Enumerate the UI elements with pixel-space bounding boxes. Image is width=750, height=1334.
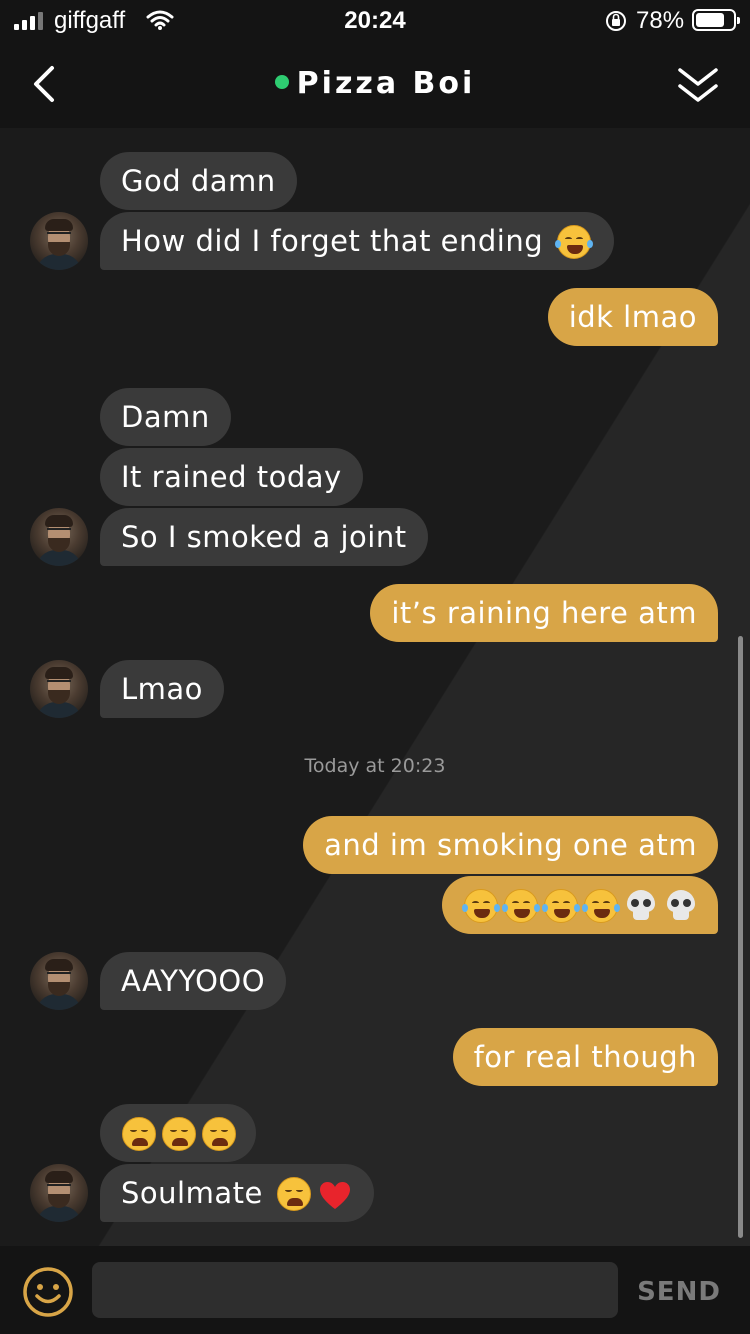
battery-percent: 78%: [636, 7, 685, 34]
message-text: it’s raining here atm: [391, 596, 697, 630]
message-bubble-outgoing[interactable]: and im smoking one atm: [303, 816, 718, 874]
weary-face-emoji: [202, 1117, 238, 1153]
message-bubble-outgoing[interactable]: [442, 876, 718, 934]
contact-avatar[interactable]: [30, 660, 88, 718]
message-bubble-incoming[interactable]: God damn: [100, 152, 297, 210]
orientation-lock-icon: [604, 9, 628, 40]
chat-title: Pizza Boi: [0, 66, 750, 101]
weary-face-emoji: [162, 1117, 198, 1153]
message-bubble-outgoing[interactable]: it’s raining here atm: [370, 584, 718, 642]
message-text: for real though: [473, 1040, 697, 1074]
message-bubble-incoming[interactable]: Damn: [100, 388, 231, 446]
message-bubble-incoming[interactable]: It rained today: [100, 448, 363, 506]
contact-avatar[interactable]: [30, 508, 88, 566]
loudly-crying-face-emoji: [462, 889, 500, 925]
contact-avatar[interactable]: [30, 212, 88, 270]
message-text: How did I forget that ending: [121, 224, 544, 258]
weary-face-emoji: [122, 1117, 158, 1153]
loudly-crying-face-emoji: [582, 889, 620, 925]
status-bar: giffgaff 20:24 78%: [0, 0, 750, 42]
contact-avatar[interactable]: [30, 952, 88, 1010]
scrollbar[interactable]: [738, 636, 743, 1238]
message-list[interactable]: God damn How did I forget that ending id…: [0, 128, 750, 1246]
message-bubble-incoming[interactable]: Lmao: [100, 660, 224, 718]
scroll-to-bottom-button[interactable]: [674, 64, 722, 108]
weary-face-emoji: [276, 1177, 313, 1213]
message-bubble-incoming[interactable]: Soulmate: [100, 1164, 374, 1222]
message-bubble-outgoing[interactable]: idk lmao: [547, 288, 718, 346]
battery-icon: [692, 9, 740, 31]
message-bubble-incoming[interactable]: So I smoked a joint: [100, 508, 428, 566]
message-text: It rained today: [121, 460, 342, 494]
message-composer: SEND: [0, 1246, 750, 1334]
message-text: and im smoking one atm: [324, 828, 697, 862]
message-text: Damn: [121, 400, 210, 434]
message-bubble-incoming[interactable]: How did I forget that ending: [100, 212, 614, 270]
message-text: Soulmate: [121, 1176, 263, 1210]
message-input[interactable]: [92, 1262, 618, 1318]
face-with-tears-of-joy-emoji: [554, 225, 593, 261]
skull-emoji: [624, 889, 660, 925]
contact-avatar[interactable]: [30, 1164, 88, 1222]
emoji-button[interactable]: [22, 1266, 74, 1318]
contact-name: Pizza Boi: [296, 66, 476, 101]
loudly-crying-face-emoji: [542, 889, 580, 925]
loudly-crying-face-emoji: [502, 889, 540, 925]
message-text: So I smoked a joint: [121, 520, 407, 554]
double-chevron-down-icon: [678, 68, 718, 102]
message-text: God damn: [121, 164, 276, 198]
chat-header: Pizza Boi: [0, 42, 750, 128]
message-text: idk lmao: [568, 300, 697, 334]
online-status-dot: [274, 75, 289, 89]
message-bubble-outgoing[interactable]: for real though: [452, 1028, 718, 1086]
skull-emoji: [664, 889, 700, 925]
message-bubble-incoming[interactable]: [100, 1104, 256, 1162]
emoji-icon: [23, 1267, 73, 1317]
message-text: Lmao: [121, 672, 203, 706]
date-separator: Today at 20:23: [304, 755, 446, 777]
message-text: AAYYOOO: [121, 964, 266, 998]
red-heart-emoji: [317, 1177, 353, 1213]
send-button[interactable]: SEND: [626, 1272, 732, 1312]
message-bubble-incoming[interactable]: AAYYOOO: [100, 952, 287, 1010]
